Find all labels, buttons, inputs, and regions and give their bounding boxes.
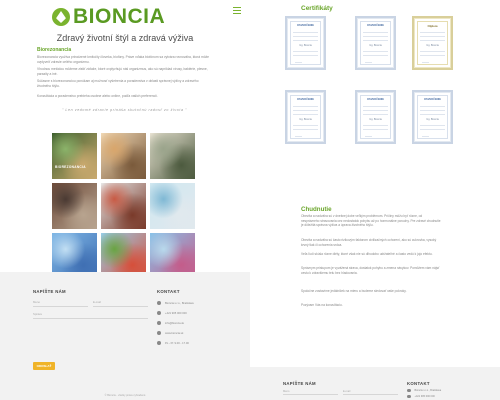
clock-icon: [157, 341, 161, 345]
weightloss-paragraph-3: Veľa ľudí skúša rôzne diéty, ktoré však …: [301, 252, 433, 256]
contact-web[interactable]: www.bioncia.sk: [157, 330, 183, 336]
certificate-name: Ing. Bioncia: [369, 118, 382, 121]
weightloss-paragraph-4: Správnym prístupom je vyvážená strava, d…: [301, 266, 440, 275]
send-button[interactable]: ODOSLAŤ: [33, 362, 55, 370]
certificate-heading: OSVEDČENIE: [366, 98, 384, 101]
certificate-image[interactable]: OSVEDČENIE Ing. Bioncia: [285, 90, 326, 144]
gallery-caption: BIOREZONANCIA: [55, 165, 86, 169]
certificate-name: Ing. Bioncia: [426, 44, 439, 47]
certificate-image[interactable]: OSVEDČENIE Ing. Bioncia: [412, 90, 453, 144]
intro-paragraph-2: Vhodnou metódou môžeme zistiť záťaže, kt…: [37, 67, 208, 76]
intro-paragraph-4: Konzultácia a poradenstvo prebieha osobn…: [37, 94, 158, 98]
motto-quote: " Len vedomé zdravie prináša skutočnú ra…: [61, 108, 188, 112]
certificate-name: Ing. Bioncia: [426, 118, 439, 121]
map-pin-icon: [157, 301, 161, 305]
certificate-heading: OSVEDČENIE: [296, 98, 314, 101]
certificate-name: Ing. Bioncia: [299, 44, 312, 47]
contact-title: KONTAKT: [157, 289, 180, 294]
email-field[interactable]: E-mail: [93, 300, 148, 307]
contact-email[interactable]: info@bioncia.sk: [157, 320, 184, 326]
gallery-photo[interactable]: [101, 133, 146, 179]
certificate-image[interactable]: OSVEDČENIE Ing. Bioncia: [285, 16, 326, 70]
weightloss-paragraph-2: Obezita a nadváha sú často rizikovým fak…: [301, 238, 437, 247]
site-slogan: Zdravý životní štýl a zdravá výživa: [56, 33, 194, 43]
certificate-heading: OSVEDČENIE: [296, 24, 314, 27]
hamburger-menu-icon[interactable]: [233, 7, 241, 14]
mail-icon: [157, 321, 161, 325]
weightloss-title: Chudnutie: [301, 206, 332, 213]
weightloss-paragraph-6: Pozývam Vás na konzultáciu.: [301, 303, 343, 307]
write-us-title-right: NAPÍŠTE NÁM: [283, 381, 316, 386]
contact-address: Bioncia s.r.o., Bratislava: [157, 300, 194, 306]
map-pin-icon: [407, 388, 411, 393]
weightloss-panel: Certifikáty OSVEDČENIE Ing. Bioncia OSVEDČ…: [250, 0, 500, 400]
certificates-title: Certifikáty: [301, 5, 333, 12]
gallery-photo[interactable]: [52, 183, 97, 229]
certificate-heading: OSVEDČENIE: [423, 98, 441, 101]
intro-paragraph-1: Biorezonancia využíva prirodzené kmitočt…: [37, 55, 210, 64]
gallery-photo[interactable]: BIOREZONANCIA: [52, 133, 97, 179]
contact-title-right: KONTAKT: [407, 381, 430, 386]
certificate-heading: OSVEDČENIE: [366, 24, 384, 27]
certificate-image[interactable]: Diplom Ing. Bioncia: [412, 16, 453, 70]
certificate-heading: Diplom: [427, 24, 438, 28]
certificate-name: Ing. Bioncia: [299, 118, 312, 121]
section-heading: Biorezonancia: [37, 47, 72, 53]
contact-address-right: Bioncia s.r.o., Bratislava: [407, 388, 441, 393]
homepage-panel: BIONCIA Zdravý životní štýl a zdravá výž…: [0, 0, 250, 400]
certificate-image[interactable]: OSVEDČENIE Ing. Bioncia: [355, 16, 396, 70]
certificate-image[interactable]: OSVEDČENIE Ing. Bioncia: [355, 90, 396, 144]
weightloss-paragraph-5: Spoločne zostavíme jedálniček na mieru a…: [301, 289, 407, 293]
weightloss-paragraph-1: Obezita a nadváha sú v dnešnej dobe veľk…: [301, 214, 441, 227]
email-field-right[interactable]: E-mail: [343, 389, 398, 395]
phone-icon: [157, 311, 161, 315]
gallery-photo[interactable]: [150, 183, 195, 229]
name-field[interactable]: Meno: [33, 300, 88, 307]
contact-phone-right[interactable]: +421 905 000 000: [407, 394, 435, 399]
phone-icon: [407, 394, 411, 399]
contact-phone[interactable]: +421 905 000 000: [157, 310, 187, 316]
gallery-photo[interactable]: [101, 183, 146, 229]
intro-paragraph-3: Súčasne s biorezonanciou ponúkam aj možn…: [37, 79, 199, 88]
gallery-photo[interactable]: [150, 133, 195, 179]
logo-text: BIONCIA: [73, 5, 166, 28]
contact-hours: Po - Pi: 9.00 - 17.00: [157, 340, 189, 346]
globe-icon: [157, 331, 161, 335]
lotus-icon: [52, 8, 70, 26]
certificate-name: Ing. Bioncia: [369, 44, 382, 47]
copyright-text: © Bioncia - všetky práva vyhradené: [104, 394, 146, 397]
site-logo[interactable]: BIONCIA: [52, 5, 166, 28]
write-us-title: NAPÍŠTE NÁM: [33, 289, 66, 294]
message-field[interactable]: Správa: [33, 312, 148, 319]
name-field-right[interactable]: Meno: [283, 389, 338, 395]
